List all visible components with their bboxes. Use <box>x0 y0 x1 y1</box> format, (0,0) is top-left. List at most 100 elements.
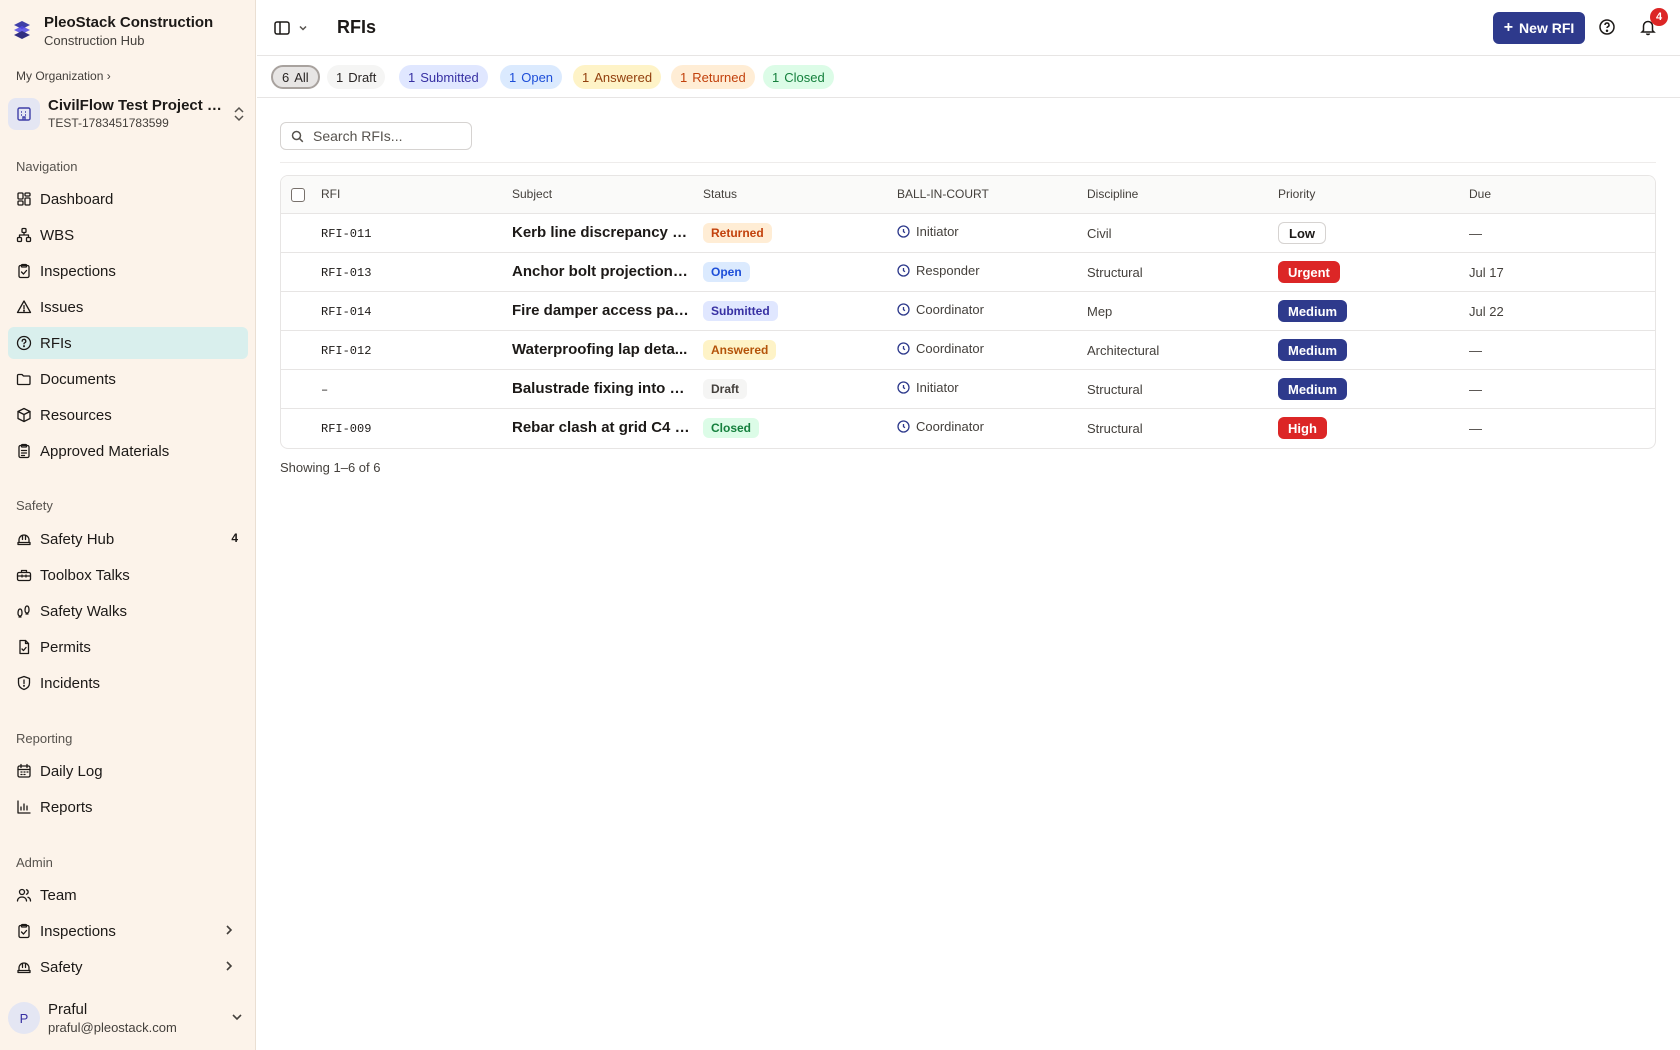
ball-in-court-role: Coordinator <box>916 419 984 434</box>
sidebar-item-nav-inspections[interactable]: Inspections <box>8 255 248 287</box>
calendar-icon <box>16 763 32 779</box>
column-header-due[interactable]: Due <box>1469 187 1491 201</box>
table-row[interactable]: RFI-014 Fire damper access pan... Submitte… <box>281 292 1655 331</box>
table-body: RFI-011 Kerb line discrepancy o... Returne… <box>281 214 1655 448</box>
search-input[interactable] <box>313 128 463 144</box>
search-box[interactable] <box>280 122 472 150</box>
sidebar-item-label: Reports <box>40 798 93 816</box>
due-date: — <box>1469 421 1482 436</box>
select-all-checkbox[interactable] <box>291 188 305 202</box>
rfi-number: RFI-013 <box>321 266 372 280</box>
new-rfi-button[interactable]: + New RFI <box>1493 12 1585 44</box>
sidebar-item-label: Safety Walks <box>40 602 127 620</box>
column-header-ball-in-court[interactable]: BALL-IN-COURT <box>897 187 989 201</box>
main-content: RFIs + New RFI 4 6 All 1 Draft 1 Submitted 1 Op… <box>257 0 1680 1050</box>
sidebar-item-label: Issues <box>40 298 84 316</box>
package-icon <box>16 407 32 423</box>
column-header-subject[interactable]: Subject <box>512 187 552 201</box>
sidebar-item-label: Team <box>40 886 77 904</box>
ball-in-court: Responder <box>897 263 980 278</box>
sidebar-item-nav-documents[interactable]: Documents <box>8 363 248 395</box>
sidebar-item-reporting-daily-log[interactable]: Daily Log <box>8 755 248 787</box>
filter-chip-closed[interactable]: 1 Closed <box>763 65 834 89</box>
sidebar-item-label: Documents <box>40 370 116 388</box>
sidebar-item-label: Approved Materials <box>40 442 170 460</box>
clock-circle-icon <box>897 225 910 238</box>
sidebar-item-safety-permits[interactable]: Permits <box>8 631 248 663</box>
column-header-priority[interactable]: Priority <box>1278 187 1315 201</box>
sidebar-item-admin-inspections[interactable]: Inspections <box>8 915 248 947</box>
table-row[interactable]: RFI-012 Waterproofing lap deta... Answered… <box>281 331 1655 370</box>
sidebar-item-admin-safety[interactable]: Safety <box>8 951 248 983</box>
new-rfi-label: New RFI <box>1519 20 1575 36</box>
clipboard-check-icon <box>16 263 32 279</box>
column-header-status[interactable]: Status <box>703 187 737 201</box>
sidebar-item-safety-incidents[interactable]: Incidents <box>8 667 248 699</box>
sidebar-item-nav-dashboard[interactable]: Dashboard <box>8 183 248 215</box>
filter-chip-open[interactable]: 1 Open <box>500 65 563 89</box>
ball-in-court-role: Coordinator <box>916 302 984 317</box>
sidebar: PleoStack Construction Construction Hub … <box>0 0 256 1050</box>
ball-in-court-role: Initiator <box>916 380 959 395</box>
sidebar-item-nav-rfis[interactable]: RFIs <box>8 327 248 359</box>
filter-chip-draft[interactable]: 1 Draft <box>327 65 386 89</box>
sidebar-section-reporting: Reporting <box>16 731 73 746</box>
panel-left-icon <box>274 21 290 35</box>
status-badge: Open <box>703 262 750 282</box>
project-switcher[interactable]: CivilFlow Test Project (U... TEST-178345… <box>8 92 248 136</box>
footprints-icon <box>16 603 32 619</box>
discipline: Architectural <box>1087 343 1160 358</box>
sidebar-item-label: Resources <box>40 406 112 424</box>
avatar: P <box>8 1002 40 1034</box>
sidebar-item-safety-toolbox-talks[interactable]: Toolbox Talks <box>8 559 248 591</box>
rfi-subject[interactable]: Fire damper access pan... <box>512 302 690 319</box>
rfi-number: RFI-009 <box>321 422 372 436</box>
filter-chip-all[interactable]: 6 All <box>271 65 320 89</box>
rfi-subject[interactable]: Rebar clash at grid C4 s... <box>512 419 690 436</box>
table-row[interactable]: RFI-013 Anchor bolt projection f... Open Re… <box>281 253 1655 292</box>
sidebar-item-admin-team[interactable]: Team <box>8 879 248 911</box>
sidebar-item-label: Daily Log <box>40 762 103 780</box>
table-row[interactable]: – Balustrade fixing into p... Draft Initiat… <box>281 370 1655 409</box>
sidebar-item-nav-wbs[interactable]: WBS <box>8 219 248 251</box>
column-header-rfi[interactable]: RFI <box>321 187 340 201</box>
plus-icon: + <box>1503 19 1514 36</box>
rfi-subject[interactable]: Anchor bolt projection f... <box>512 263 690 280</box>
ball-in-court: Coordinator <box>897 302 984 317</box>
filter-chip-returned[interactable]: 1 Returned <box>671 65 755 89</box>
clipboard-list-icon <box>16 443 32 459</box>
sidebar-item-nav-approved-materials[interactable]: Approved Materials <box>8 435 248 467</box>
sidebar-toggle-button[interactable] <box>273 19 309 37</box>
sidebar-item-label: Inspections <box>40 922 116 940</box>
help-circle-icon[interactable] <box>1598 18 1616 36</box>
rfi-subject[interactable]: Balustrade fixing into p... <box>512 380 690 397</box>
table-row[interactable]: RFI-009 Rebar clash at grid C4 s... Closed… <box>281 409 1655 448</box>
user-menu[interactable]: P Praful praful@pleostack.com <box>8 998 248 1038</box>
sidebar-item-safety-safety-walks[interactable]: Safety Walks <box>8 595 248 627</box>
divider <box>280 162 1656 163</box>
filter-chip-answered[interactable]: 1 Answered <box>573 65 662 89</box>
ball-in-court-role: Responder <box>916 263 980 278</box>
due-date: — <box>1469 226 1482 241</box>
filter-chip-submitted[interactable]: 1 Submitted <box>399 65 488 89</box>
file-check-icon <box>16 639 32 655</box>
clock-circle-icon <box>897 420 910 433</box>
clock-circle-icon <box>897 303 910 316</box>
table-row[interactable]: RFI-011 Kerb line discrepancy o... Returne… <box>281 214 1655 253</box>
sidebar-item-label: Incidents <box>40 674 101 692</box>
sidebar-item-nav-issues[interactable]: Issues <box>8 291 248 323</box>
rfi-subject[interactable]: Kerb line discrepancy o... <box>512 224 690 241</box>
rfi-table: RFI Subject Status BALL-IN-COURT Discipl… <box>280 175 1656 449</box>
filter-label: Open <box>521 69 554 85</box>
organization-link[interactable]: My Organization › <box>16 69 111 83</box>
chevron-down-icon <box>299 25 307 31</box>
sidebar-item-safety-safety-hub[interactable]: Safety Hub 4 <box>8 523 248 555</box>
brand[interactable]: PleoStack Construction Construction Hub <box>12 14 213 49</box>
sidebar-item-reporting-reports[interactable]: Reports <box>8 791 248 823</box>
filter-count: 1 <box>336 69 344 85</box>
notification-badge: 4 <box>1650 8 1668 26</box>
sidebar-item-nav-resources[interactable]: Resources <box>8 399 248 431</box>
column-header-discipline[interactable]: Discipline <box>1087 187 1138 201</box>
rfi-subject[interactable]: Waterproofing lap deta... <box>512 341 690 358</box>
project-name: CivilFlow Test Project (U... <box>48 97 226 114</box>
